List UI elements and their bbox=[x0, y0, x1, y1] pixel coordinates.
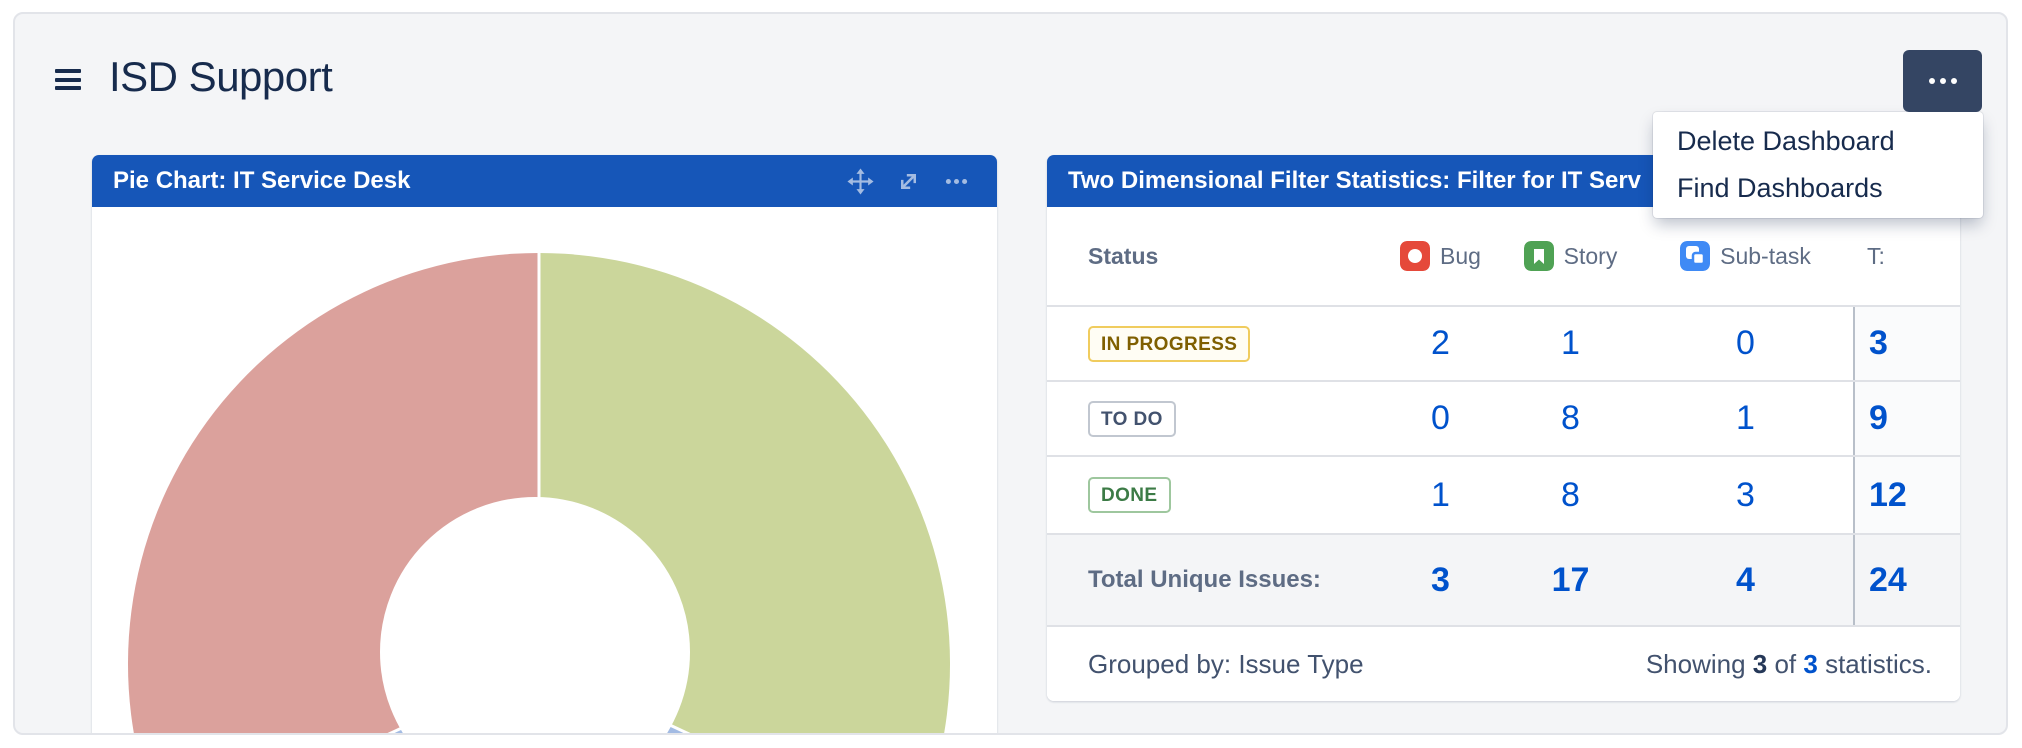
column-header-bug: Bug bbox=[1440, 243, 1481, 270]
table-row-in-progress: IN PROGRESS 2 1 0 3 bbox=[1047, 305, 1960, 380]
pie-gadget-more-icon[interactable] bbox=[943, 168, 970, 195]
total-row-label: Total Unique Issues: bbox=[1088, 566, 1321, 593]
column-total-value[interactable]: 4 bbox=[1736, 561, 1755, 599]
dashboard-more-menu: Delete Dashboard Find Dashboards bbox=[1653, 112, 1983, 218]
cell-value[interactable]: 1 bbox=[1736, 399, 1755, 437]
table-row-done: DONE 1 8 3 12 bbox=[1047, 455, 1960, 533]
page-title: ISD Support bbox=[109, 52, 332, 102]
table-row-to-do: TO DO 0 8 1 9 bbox=[1047, 380, 1960, 455]
pie-gadget-header: Pie Chart: IT Service Desk bbox=[92, 155, 997, 207]
cell-value[interactable]: 0 bbox=[1431, 399, 1450, 437]
column-total-value[interactable]: 17 bbox=[1552, 561, 1590, 599]
pie-gadget-title: Pie Chart: IT Service Desk bbox=[113, 167, 410, 195]
cell-value[interactable]: 0 bbox=[1736, 324, 1755, 362]
row-total-value[interactable]: 12 bbox=[1869, 476, 1907, 515]
story-icon bbox=[1524, 241, 1554, 271]
cell-value[interactable]: 8 bbox=[1561, 476, 1580, 514]
move-gadget-icon[interactable] bbox=[847, 168, 874, 195]
subtask-icon bbox=[1680, 241, 1710, 271]
grand-total-value[interactable]: 24 bbox=[1869, 561, 1907, 600]
hamburger-menu-icon[interactable] bbox=[55, 69, 81, 91]
table-total-row: Total Unique Issues: 3 17 4 24 bbox=[1047, 533, 1960, 625]
cell-value[interactable]: 3 bbox=[1736, 476, 1755, 514]
pie-chart-body bbox=[92, 207, 997, 735]
menu-item-find-dashboards[interactable]: Find Dashboards bbox=[1653, 165, 1983, 212]
bug-icon bbox=[1400, 241, 1430, 271]
row-total-value[interactable]: 9 bbox=[1869, 399, 1888, 438]
cell-value[interactable]: 1 bbox=[1561, 324, 1580, 362]
stats-footer: Grouped by: Issue Type Showing 3 of 3 st… bbox=[1047, 625, 1960, 701]
dashboard-panel: ISD Support Pie Chart: IT Service Desk bbox=[13, 12, 2008, 735]
jira-dashboard-screen: ISD Support Pie Chart: IT Service Desk bbox=[0, 0, 2022, 748]
column-total-value[interactable]: 3 bbox=[1431, 561, 1450, 599]
cell-value[interactable]: 2 bbox=[1431, 324, 1450, 362]
more-options-icon bbox=[1929, 78, 1935, 84]
cell-value[interactable]: 1 bbox=[1431, 476, 1450, 514]
expand-gadget-icon[interactable] bbox=[896, 169, 921, 194]
showing-statistics-text: Showing 3 of 3 statistics. bbox=[1646, 649, 1932, 680]
status-badge-done: DONE bbox=[1088, 477, 1171, 513]
status-badge-to-do: TO DO bbox=[1088, 401, 1176, 437]
column-header-story: Story bbox=[1564, 243, 1618, 270]
stats-gadget-title: Two Dimensional Filter Statistics: Filte… bbox=[1068, 167, 1641, 195]
row-total-value[interactable]: 3 bbox=[1869, 324, 1888, 363]
menu-item-delete-dashboard[interactable]: Delete Dashboard bbox=[1653, 118, 1983, 165]
stats-gadget: Two Dimensional Filter Statistics: Filte… bbox=[1047, 155, 1960, 701]
stats-header-row: Status Bug bbox=[1047, 207, 1960, 305]
column-header-total: T: bbox=[1867, 243, 1885, 270]
status-badge-in-progress: IN PROGRESS bbox=[1088, 326, 1250, 362]
pie-chart-gadget: Pie Chart: IT Service Desk bbox=[92, 155, 997, 735]
stats-table: Status Bug bbox=[1047, 207, 1960, 701]
donut-chart bbox=[92, 207, 997, 735]
cell-value[interactable]: 8 bbox=[1561, 399, 1580, 437]
grouped-by-label: Grouped by: Issue Type bbox=[1088, 649, 1364, 680]
dashboard-more-button[interactable] bbox=[1903, 50, 1982, 112]
column-header-subtask: Sub-task bbox=[1720, 243, 1811, 270]
column-header-status: Status bbox=[1088, 243, 1158, 269]
